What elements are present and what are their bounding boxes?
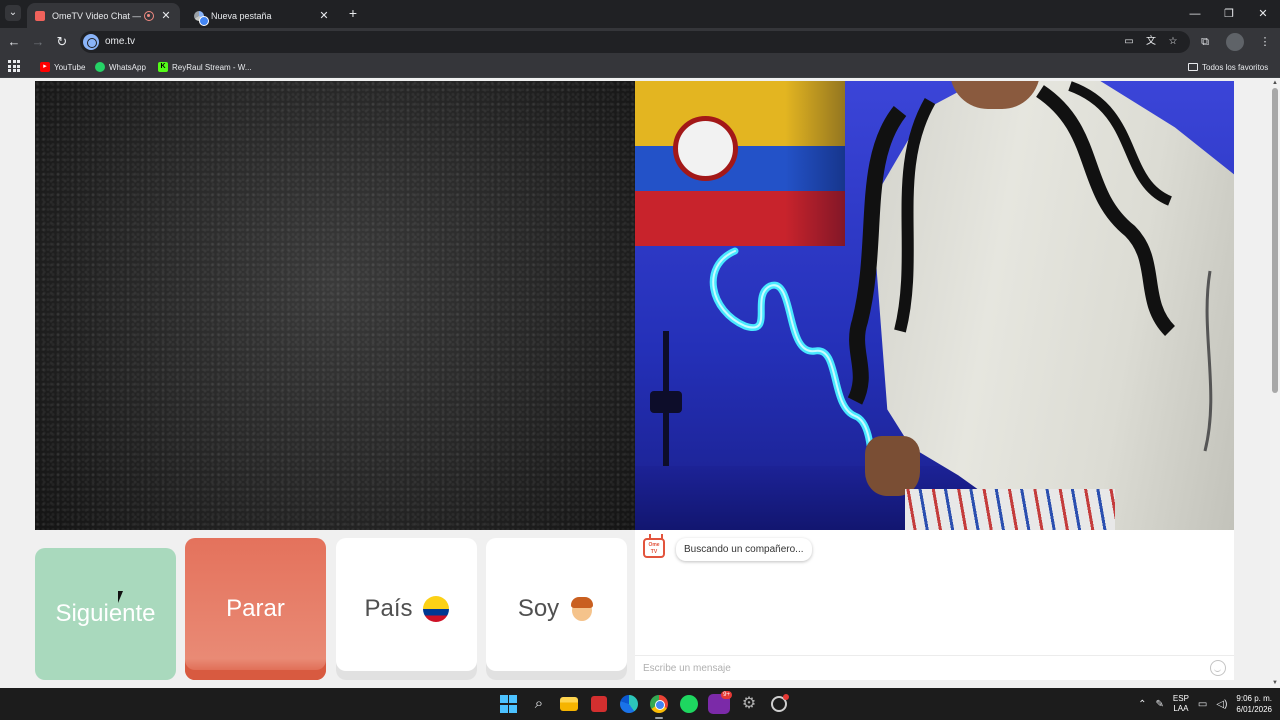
stop-button-label: Parar bbox=[226, 595, 285, 622]
bookmark-whatsapp[interactable]: WhatsApp bbox=[95, 60, 146, 74]
volume-icon[interactable]: ◁) bbox=[1216, 699, 1227, 710]
close-tab-icon[interactable]: ✕ bbox=[160, 9, 172, 22]
windows-start-icon[interactable] bbox=[498, 693, 520, 715]
scroll-up-icon[interactable]: ▲ bbox=[1272, 80, 1278, 86]
bookmark-reyraul-stream[interactable]: K ReyRaul Stream - W... bbox=[158, 60, 252, 74]
tab-title: Nueva pestaña bbox=[211, 10, 272, 21]
file-explorer-icon[interactable] bbox=[558, 693, 580, 715]
edge-icon[interactable] bbox=[618, 693, 640, 715]
emoji-icon[interactable] bbox=[1210, 660, 1226, 676]
gender-button[interactable]: Soy bbox=[486, 538, 627, 680]
address-bar[interactable]: ome.tv ▭ 文 ☆ bbox=[80, 31, 1190, 53]
cast-icon[interactable]: ▭ bbox=[1122, 34, 1136, 50]
country-filter-button[interactable]: País bbox=[336, 538, 477, 680]
pen-icon[interactable]: ✎ bbox=[1156, 699, 1164, 710]
menu-icon[interactable]: ⋮ bbox=[1256, 33, 1274, 51]
bookmarks-bar: ▸ YouTube WhatsApp K ReyRaul Stream - W.… bbox=[0, 56, 1280, 78]
message-input[interactable] bbox=[635, 655, 1234, 680]
tab-search-icon[interactable]: ⌄ bbox=[5, 5, 21, 21]
profile-avatar-icon[interactable] bbox=[1226, 33, 1244, 51]
bookmarks-folder[interactable]: Todos los favoritos bbox=[1188, 60, 1268, 74]
scroll-down-icon[interactable]: ▼ bbox=[1272, 680, 1278, 686]
recording-indicator-icon bbox=[144, 10, 154, 21]
site-info-icon[interactable] bbox=[83, 34, 99, 50]
close-window-icon[interactable]: ✕ bbox=[1246, 0, 1280, 28]
country-button-label: País bbox=[364, 595, 413, 622]
system-tray: ⌃ ✎ ESP LAA ▭ ◁) 9:06 p. m. 6/01/2026 bbox=[1138, 691, 1272, 717]
reload-icon[interactable]: ↻ bbox=[53, 33, 71, 51]
restore-icon[interactable]: ❐ bbox=[1212, 0, 1246, 28]
keyboard-layout: LAA bbox=[1173, 704, 1189, 713]
whatsapp-icon bbox=[95, 62, 105, 72]
settings-gear-icon[interactable]: ⚙ bbox=[738, 693, 760, 715]
bookmark-label: ReyRaul Stream - W... bbox=[172, 62, 252, 72]
tab-title: OmeTV Video Chat — Omegle bbox=[52, 10, 141, 21]
scroll-thumb[interactable] bbox=[1272, 88, 1278, 393]
bookmark-label: Todos los favoritos bbox=[1202, 62, 1269, 72]
minimize-icon[interactable]: — bbox=[1178, 0, 1212, 28]
clock-date: 6/01/2026 bbox=[1236, 705, 1272, 714]
tab-new-tab[interactable]: Nueva pestaña ✕ bbox=[184, 3, 338, 28]
browser-toolbar: ← → ↻ ome.tv ▭ 文 ☆ ⧉ ⋮ bbox=[0, 28, 1280, 56]
spotify-icon[interactable] bbox=[678, 693, 700, 715]
back-icon[interactable]: ← bbox=[5, 33, 23, 51]
chevron-up-icon[interactable]: ⌃ bbox=[1138, 699, 1146, 710]
network-icon[interactable]: ▭ bbox=[1198, 699, 1207, 710]
taskbar: ⌕ 9+ ⚙ ⌃ ✎ ESP LAA ▭ ◁) 9:06 p. m. 6/01/… bbox=[0, 688, 1280, 720]
discord-badge: 9+ bbox=[721, 691, 732, 699]
discord-icon[interactable]: 9+ bbox=[708, 691, 732, 715]
search-icon[interactable]: ⌕ bbox=[528, 693, 550, 715]
forward-icon[interactable]: → bbox=[29, 33, 47, 51]
language-code: ESP bbox=[1172, 694, 1189, 703]
kick-icon: K bbox=[158, 62, 168, 72]
url-text: ome.tv bbox=[105, 36, 136, 47]
boy-emoji-icon bbox=[569, 596, 595, 622]
tab-ometv[interactable]: OmeTV Video Chat — Omegle ✕ bbox=[27, 3, 180, 28]
bookmark-label: YouTube bbox=[54, 62, 86, 72]
colombia-flag-image bbox=[635, 81, 845, 246]
remote-video bbox=[635, 81, 1234, 530]
page-scrollbar[interactable]: ▲ ▼ bbox=[1270, 78, 1280, 688]
chat-panel: Ome TV Buscando un compañero... bbox=[635, 530, 1234, 680]
folder-icon bbox=[1188, 63, 1198, 71]
clock-time: 9:06 p. m. bbox=[1236, 694, 1272, 703]
ometv-favicon-icon bbox=[35, 10, 45, 21]
next-button[interactable]: Siguiente bbox=[35, 548, 176, 680]
apps-grid-icon[interactable] bbox=[8, 60, 20, 72]
bookmark-star-icon[interactable]: ☆ bbox=[1166, 34, 1180, 50]
youtube-icon: ▸ bbox=[40, 62, 50, 72]
clock-app-icon[interactable] bbox=[768, 693, 790, 715]
language-indicator[interactable]: ESP LAA bbox=[1173, 694, 1189, 714]
translate-icon[interactable]: 文 bbox=[1144, 34, 1158, 50]
window-controls: — ❐ ✕ bbox=[1178, 0, 1280, 28]
chrome-icon[interactable] bbox=[648, 693, 670, 719]
status-message: Buscando un compañero... bbox=[676, 538, 812, 561]
stop-button[interactable]: Parar bbox=[185, 538, 326, 680]
colombia-flag-icon bbox=[422, 596, 449, 622]
chrome-favicon-icon bbox=[194, 10, 209, 26]
clock[interactable]: 9:06 p. m. 6/01/2026 bbox=[1236, 693, 1272, 715]
person-image bbox=[840, 81, 1234, 530]
coat-of-arms-icon bbox=[673, 116, 738, 181]
close-tab-icon[interactable]: ✕ bbox=[318, 9, 330, 22]
ometv-logo-icon: Ome TV bbox=[643, 538, 665, 558]
bookmark-label: WhatsApp bbox=[109, 62, 146, 72]
new-tab-icon[interactable]: + bbox=[345, 5, 361, 21]
next-button-label: Siguiente bbox=[55, 600, 156, 627]
extensions-icon[interactable]: ⧉ bbox=[1196, 33, 1214, 51]
bookmark-youtube[interactable]: ▸ YouTube bbox=[40, 60, 85, 74]
red-app-icon[interactable] bbox=[588, 693, 610, 715]
tab-strip: ⌄ OmeTV Video Chat — Omegle ✕ Nueva pest… bbox=[0, 0, 1280, 28]
local-video-static bbox=[35, 81, 635, 530]
mouse-cursor-icon bbox=[118, 591, 123, 603]
gender-button-label: Soy bbox=[517, 595, 560, 622]
